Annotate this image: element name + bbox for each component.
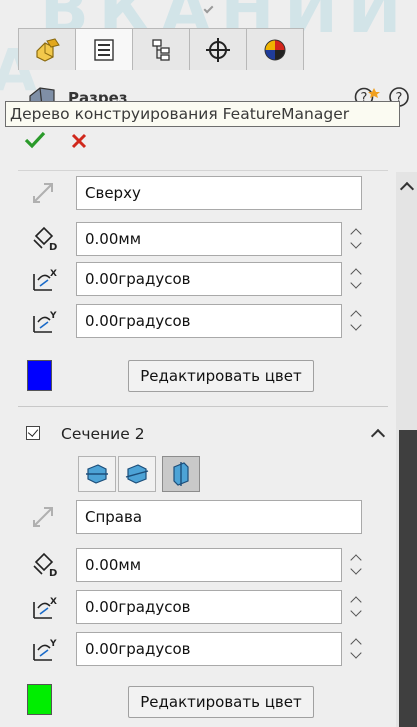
rotation-y-icon: Y: [33, 639, 57, 661]
close-icon[interactable]: [71, 133, 87, 149]
section1-rotation-y-spinner[interactable]: [348, 304, 364, 338]
rotation-y-icon: Y: [33, 311, 57, 333]
svg-text:D: D: [49, 242, 57, 252]
section2-offset-field[interactable]: 0.00мм: [76, 548, 342, 582]
section2-rotation-y-field[interactable]: 0.00градусов: [76, 632, 342, 666]
panel-collapse-handle[interactable]: [196, 3, 220, 16]
svg-text:Y: Y: [49, 311, 57, 321]
scrollbar-thumb[interactable]: [399, 430, 417, 727]
top-plane-icon: [125, 464, 149, 484]
display-manager-icon: [264, 39, 286, 60]
svg-text:X: X: [50, 269, 57, 279]
rotation-x-icon: X: [33, 269, 57, 291]
tab-feature-manager[interactable]: [18, 28, 76, 70]
tab-property-manager[interactable]: [75, 28, 133, 70]
section2-rotation-y-spinner[interactable]: [348, 632, 364, 666]
property-manager-icon: [94, 38, 114, 61]
section1-offset-field[interactable]: 0.00мм: [76, 222, 342, 256]
checkmark-icon[interactable]: [24, 131, 46, 149]
tab-dimxpert[interactable]: [189, 28, 247, 70]
section2-title: Сечение 2: [61, 425, 145, 443]
feature-manager-icon: [36, 37, 60, 62]
plane-right-button[interactable]: [162, 456, 200, 492]
section2-edit-color-button[interactable]: Редактировать цвет: [128, 686, 314, 718]
tab-configuration-manager[interactable]: [132, 28, 190, 70]
section2-reference-field[interactable]: Справа: [76, 500, 362, 534]
plane-front-button[interactable]: [78, 456, 116, 492]
section1-offset-spinner[interactable]: [348, 222, 364, 256]
divider: [18, 170, 388, 171]
reference-arrow-icon: [33, 507, 53, 527]
section1-rotation-x-spinner[interactable]: [348, 262, 364, 296]
reference-arrow-icon: [33, 183, 53, 203]
section1-color-swatch: [27, 360, 52, 391]
section2-rotation-x-field[interactable]: 0.00градусов: [76, 590, 342, 624]
chevron-up-icon[interactable]: [370, 428, 386, 444]
front-plane-icon: [86, 464, 108, 484]
section1-edit-color-button[interactable]: Редактировать цвет: [128, 360, 314, 392]
right-plane-icon: [173, 462, 189, 486]
configuration-manager-icon: [152, 38, 170, 61]
plane-top-button[interactable]: [118, 456, 156, 492]
section2-color-swatch: [27, 684, 52, 715]
tab-display-manager[interactable]: [246, 28, 304, 70]
section1-reference-field[interactable]: Сверху: [76, 176, 362, 210]
svg-text:Y: Y: [49, 639, 57, 649]
manager-tabs: [18, 28, 304, 70]
section2-checkbox[interactable]: [26, 426, 40, 440]
dimxpert-icon: [206, 37, 230, 62]
offset-distance-icon: D: [33, 226, 57, 252]
svg-text:X: X: [50, 597, 57, 607]
section2-offset-spinner[interactable]: [348, 548, 364, 582]
svg-text:D: D: [49, 568, 57, 578]
section1-rotation-x-field[interactable]: 0.00градусов: [76, 262, 342, 296]
tooltip: Дерево конструирования FeatureManager: [5, 101, 400, 127]
section2-rotation-x-spinner[interactable]: [348, 590, 364, 624]
divider: [18, 406, 388, 407]
offset-distance-icon: D: [33, 552, 57, 578]
section1-rotation-y-field[interactable]: 0.00градусов: [76, 304, 342, 338]
rotation-x-icon: X: [33, 597, 57, 619]
